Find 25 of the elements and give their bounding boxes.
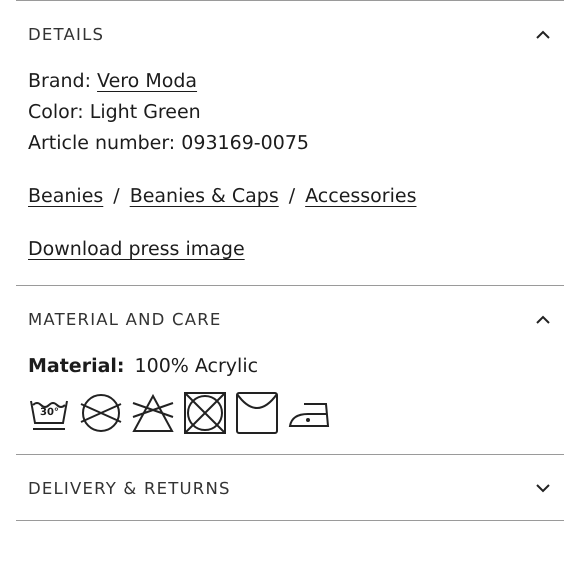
square-drying-icon [236,392,278,434]
detail-label: Article number: [28,132,176,154]
crossed-square-circle-icon [184,392,226,434]
detail-value: Light Green [90,101,201,123]
crossed-circle-icon [80,393,122,433]
crossed-triangle-icon [132,393,174,433]
detail-value: 093169-0075 [181,132,310,154]
chevron-up-icon [536,30,550,39]
breadcrumb-separator: / [113,184,120,209]
breadcrumb-separator: / [288,184,296,209]
temperature-label: 30° [40,407,59,418]
brand-link[interactable]: Vero Moda [97,70,198,92]
breadcrumb-link[interactable]: Beanies & Caps [130,181,279,212]
section-header[interactable]: DELIVERY & RETURNS [16,455,564,520]
section-header[interactable]: DETAILS [16,1,564,66]
detail-label: Brand: [28,70,91,92]
material-label: Material: [28,354,125,379]
chevron-down-icon [536,484,550,493]
download-link[interactable]: Download press image [28,238,245,260]
detail-label: Color: [28,101,84,123]
breadcrumb-link[interactable]: Accessories [305,181,416,212]
breadcrumb-link[interactable]: Beanies [28,181,104,212]
chevron-up-icon [536,315,550,324]
section-header[interactable]: MATERIAL AND CARE [16,286,564,351]
material-value: 100% Acrylic [134,354,258,379]
